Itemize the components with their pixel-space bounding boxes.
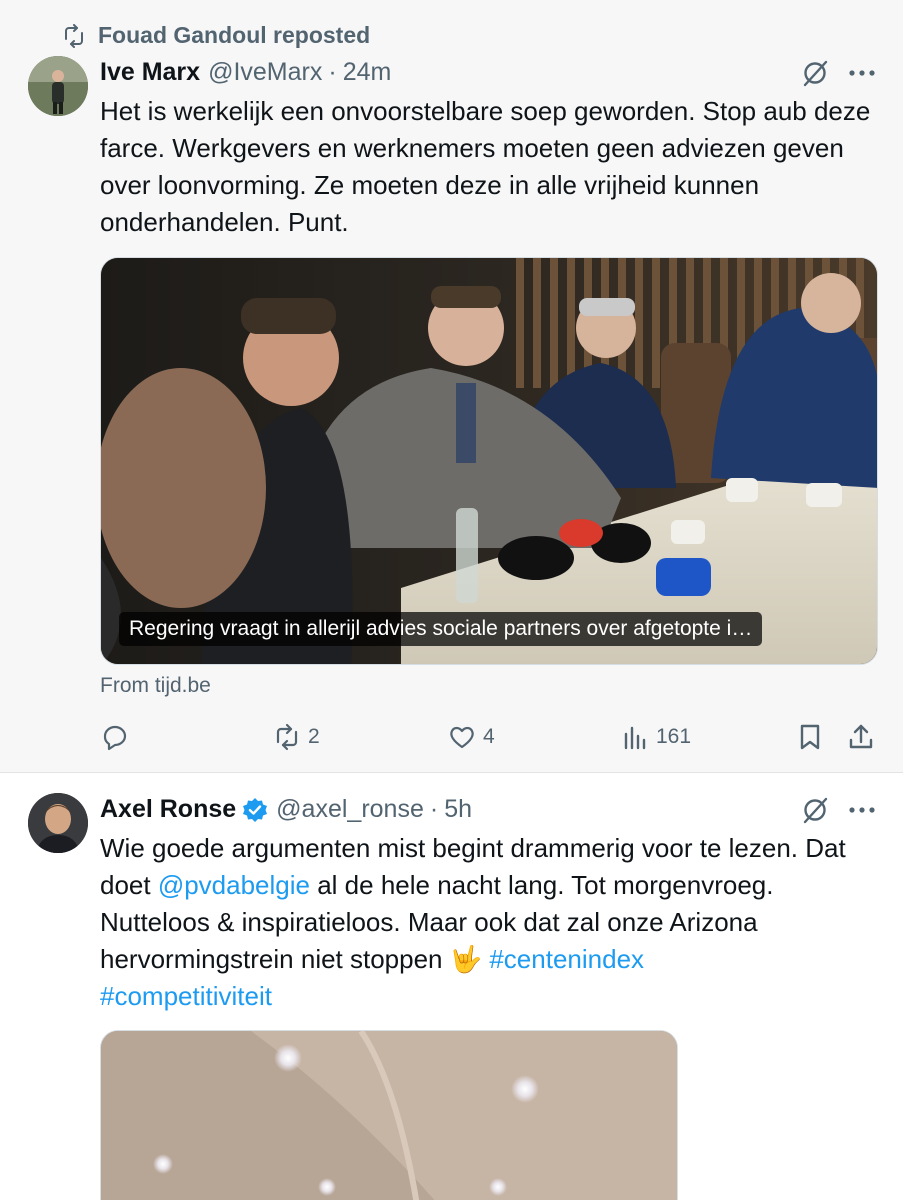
author-name[interactable]: Axel Ronse — [100, 795, 236, 824]
repost-icon — [276, 723, 298, 751]
more-icon[interactable] — [847, 795, 877, 825]
views-icon — [624, 726, 646, 750]
bookmark-button[interactable] — [795, 722, 825, 752]
reply-button[interactable] — [100, 722, 136, 752]
like-icon — [450, 726, 474, 749]
grok-icon[interactable] — [800, 58, 830, 88]
link-card-image[interactable]: Regering vraagt in allerijl advies socia… — [100, 257, 878, 665]
ceiling-photo — [101, 1031, 677, 1200]
avatar-person-icon — [28, 56, 88, 116]
timestamp[interactable]: 24m — [343, 58, 392, 87]
grok-icon[interactable] — [800, 795, 830, 825]
author-name[interactable]: Ive Marx — [100, 58, 200, 87]
reply-icon — [103, 725, 127, 751]
tweet-text: Het is werkelijk een onvoorstelbare soep… — [100, 96, 871, 237]
repost-icon — [65, 23, 83, 48]
separator: · — [328, 58, 337, 86]
hashtag-link[interactable]: #centenindex — [489, 944, 644, 974]
share-button[interactable] — [846, 722, 876, 752]
avatar-person-icon — [28, 793, 88, 853]
media-caption: Regering vraagt in allerijl advies socia… — [119, 612, 763, 646]
verified-badge-icon[interactable] — [242, 797, 268, 823]
news-photo — [101, 258, 877, 664]
separator: · — [429, 795, 439, 823]
author-handle[interactable]: @axel_ronse — [276, 795, 424, 824]
tweet-header: Ive Marx @IveMarx · 24m — [100, 58, 391, 87]
bookmark-icon — [800, 724, 820, 750]
tweet-image[interactable] — [100, 1030, 678, 1200]
view-count: 161 — [656, 725, 692, 748]
action-bar: 2 4 161 — [100, 722, 880, 754]
author-handle[interactable]: @IveMarx — [208, 58, 322, 87]
like-count: 4 — [483, 725, 495, 748]
avatar[interactable] — [28, 56, 88, 116]
hashtag-link[interactable]: #competitiviteit — [100, 981, 272, 1011]
share-icon — [849, 724, 873, 749]
repost-label: Fouad Gandoul reposted — [98, 22, 371, 48]
tweet-header: Axel Ronse @axel_ronse · 5h — [100, 795, 472, 824]
repost-button[interactable]: 2 — [272, 722, 320, 752]
link-source[interactable]: From tijd.be — [100, 674, 211, 698]
views-button[interactable]: 161 — [620, 722, 691, 752]
avatar[interactable] — [28, 793, 88, 853]
tweet-text: Wie goede argumenten mist begint drammer… — [100, 830, 880, 1015]
like-button[interactable]: 4 — [447, 722, 495, 752]
more-icon[interactable] — [847, 58, 877, 88]
mention-link[interactable]: @pvdabelgie — [158, 870, 310, 900]
repost-indicator[interactable]: Fouad Gandoul reposted — [62, 22, 370, 49]
tweet-ive-marx[interactable]: Fouad Gandoul reposted Ive Marx @IveMarx… — [0, 0, 903, 773]
timestamp[interactable]: 5h — [444, 795, 472, 824]
repost-count: 2 — [308, 725, 320, 748]
